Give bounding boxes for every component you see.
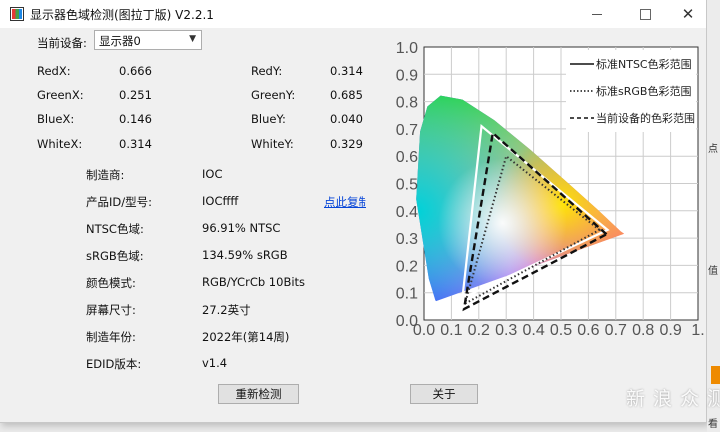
side-char: 看 xyxy=(708,419,718,430)
redetect-button[interactable]: 重新检测 xyxy=(218,384,299,404)
y-tick-label: 0.5 xyxy=(396,177,418,194)
edid-version-label: EDID版本: xyxy=(86,357,142,371)
redetect-button-label: 重新检测 xyxy=(235,387,282,401)
x-tick-label: 0.9 xyxy=(659,322,681,339)
y-tick-label: 0.0 xyxy=(396,313,418,330)
legend-label: 标准sRGB色彩范围 xyxy=(596,84,691,98)
bluey-label: BlueY: xyxy=(251,112,286,126)
app-logo-icon xyxy=(10,7,24,21)
whitey-value: 0.329 xyxy=(330,137,363,151)
y-tick-label: 0.9 xyxy=(396,67,418,84)
y-tick-label: 0.1 xyxy=(396,286,418,303)
greeny-value: 0.685 xyxy=(330,88,363,102)
about-button-label: 关于 xyxy=(432,387,456,401)
x-tick-label: 0.6 xyxy=(577,322,599,339)
bluex-value: 0.146 xyxy=(119,112,152,126)
product-id-value: IOCffff xyxy=(202,194,239,208)
manufacture-year-label: 制造年份: xyxy=(86,330,136,344)
close-button[interactable]: ✕ xyxy=(670,0,706,28)
device-label: 当前设备: xyxy=(37,36,87,50)
x-tick-label: 1. xyxy=(691,322,704,339)
chevron-down-icon: ▼ xyxy=(189,34,196,44)
redx-value: 0.666 xyxy=(119,64,152,78)
side-char: 点 xyxy=(708,144,718,155)
title-bar: 显示器色域检测(图拉丁版) V2.2.1 ✕ xyxy=(0,0,706,28)
device-select-value: 显示器0 xyxy=(99,34,141,48)
bluex-label: BlueX: xyxy=(37,112,75,126)
screen-size-value: 27.2英寸 xyxy=(202,303,251,317)
x-tick-label: 0.8 xyxy=(632,322,654,339)
side-char: 值 xyxy=(708,266,718,277)
cie-chromaticity-chart: 0.0 0.1 0.2 0.3 0.4 0.5 0.6 0.7 0.8 0.9 1.0.00.10.… xyxy=(366,30,706,346)
whitey-label: WhiteY: xyxy=(251,137,294,151)
redy-label: RedY: xyxy=(251,64,283,78)
y-tick-label: 0.6 xyxy=(396,149,418,166)
manufacturer-label: 制造商: xyxy=(86,168,125,182)
srgb-value: 134.59% sRGB xyxy=(202,248,288,262)
about-button[interactable]: 关于 xyxy=(410,384,478,404)
copy-link[interactable]: 点此复制 xyxy=(324,194,370,210)
bluey-value: 0.040 xyxy=(330,112,363,126)
close-icon: ✕ xyxy=(681,4,695,23)
app-window: 显示器色域检测(图拉丁版) V2.2.1 ✕ 当前设备: 显示器0 ▼ RedX… xyxy=(0,0,707,423)
edid-version-value: v1.4 xyxy=(202,356,228,370)
manufacture-year-value: 2022年(第14周) xyxy=(202,330,290,344)
y-tick-label: 0.2 xyxy=(396,258,418,275)
y-tick-label: 0.4 xyxy=(396,204,418,221)
color-mode-value: RGB/YCrCb 10Bits xyxy=(202,275,306,289)
x-tick-label: 0.3 xyxy=(495,322,517,339)
y-tick-label: 0.8 xyxy=(396,95,418,112)
color-mode-label: 颜色模式: xyxy=(86,276,136,290)
legend-label: 当前设备的色彩范围 xyxy=(596,111,695,125)
y-tick-label: 1.0 xyxy=(396,40,418,57)
product-id-label: 产品ID/型号: xyxy=(86,195,152,209)
x-tick-label: 0.1 xyxy=(440,322,462,339)
redy-value: 0.314 xyxy=(330,64,363,78)
redx-label: RedX: xyxy=(37,64,71,78)
legend-label: 标准NTSC色彩范围 xyxy=(596,57,692,71)
screen-size-label: 屏幕尺寸: xyxy=(86,303,136,317)
x-tick-label: 0.5 xyxy=(550,322,572,339)
minimize-button[interactable] xyxy=(574,0,620,28)
window-title: 显示器色域检测(图拉丁版) V2.2.1 xyxy=(30,8,214,22)
minimize-icon xyxy=(592,13,602,15)
side-accent xyxy=(711,366,720,384)
manufacturer-value: IOC xyxy=(202,167,223,181)
whitex-value: 0.314 xyxy=(119,137,152,151)
greeny-label: GreenY: xyxy=(251,88,296,102)
maximize-button[interactable] xyxy=(622,0,668,28)
srgb-label: sRGB色域: xyxy=(86,249,144,263)
device-select[interactable]: 显示器0 ▼ xyxy=(94,30,202,50)
greenx-value: 0.251 xyxy=(119,88,152,102)
y-tick-label: 0.7 xyxy=(396,122,418,139)
x-tick-label: 0.2 xyxy=(468,322,490,339)
y-tick-label: 0.3 xyxy=(396,231,418,248)
maximize-icon xyxy=(639,8,651,20)
watermark: 新 浪 众 测 xyxy=(626,388,720,410)
x-tick-label: 0.7 xyxy=(605,322,627,339)
x-tick-label: 0.4 xyxy=(522,322,544,339)
ntsc-value: 96.91% NTSC xyxy=(202,221,281,235)
ntsc-label: NTSC色域: xyxy=(86,222,144,236)
whitex-label: WhiteX: xyxy=(37,137,83,151)
greenx-label: GreenX: xyxy=(37,88,84,102)
